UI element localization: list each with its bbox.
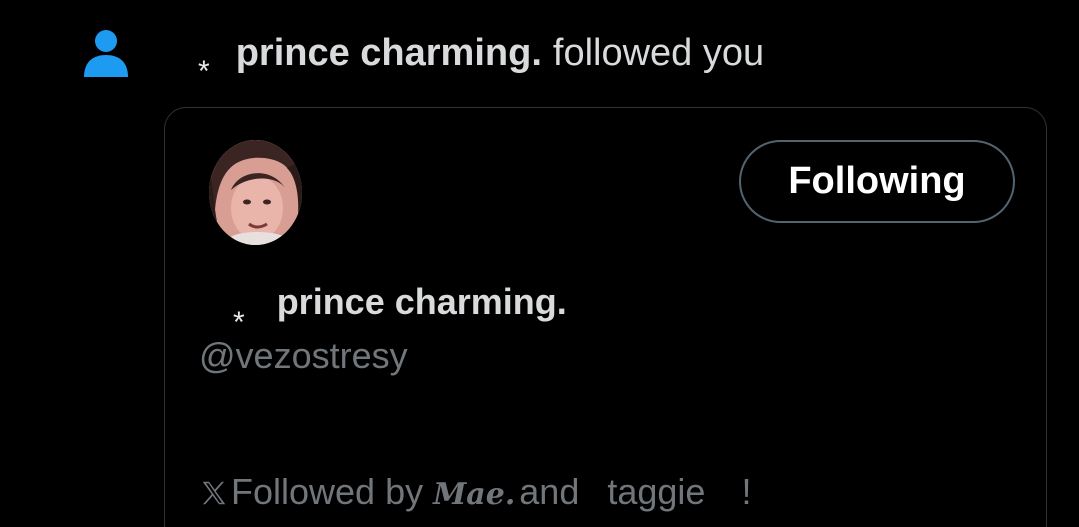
person-icon bbox=[84, 30, 128, 77]
notification-action: followed you bbox=[552, 32, 765, 74]
followed-by-conjunction: and bbox=[519, 471, 580, 512]
follower-name-link[interactable]: prince charming. bbox=[236, 30, 542, 76]
followed-by-prefix: Followed by bbox=[231, 471, 424, 512]
mutual-follower-link[interactable]: taggie bbox=[607, 470, 705, 514]
profile-name-row: * prince charming. bbox=[233, 280, 567, 339]
notification-item[interactable]: * prince charming. followed you Followin… bbox=[0, 0, 1079, 527]
x-logo-icon bbox=[202, 481, 226, 505]
profile-display-name[interactable]: prince charming. bbox=[277, 280, 567, 324]
profile-handle[interactable]: @vezostresy bbox=[199, 334, 408, 378]
following-button[interactable]: Following bbox=[739, 140, 1015, 223]
notification-text: * prince charming. followed you bbox=[198, 30, 765, 88]
mutual-follower-link[interactable]: Mae. bbox=[433, 473, 515, 517]
followed-by-suffix: ! bbox=[741, 471, 752, 512]
avatar[interactable] bbox=[209, 140, 302, 245]
avatar-photo-icon bbox=[209, 140, 302, 245]
profile-card[interactable]: Following * prince charming. @vezostresy… bbox=[164, 107, 1047, 527]
followed-by-line: Followed by Mae. and taggie ! bbox=[199, 470, 751, 517]
star-symbol: * bbox=[198, 55, 210, 88]
